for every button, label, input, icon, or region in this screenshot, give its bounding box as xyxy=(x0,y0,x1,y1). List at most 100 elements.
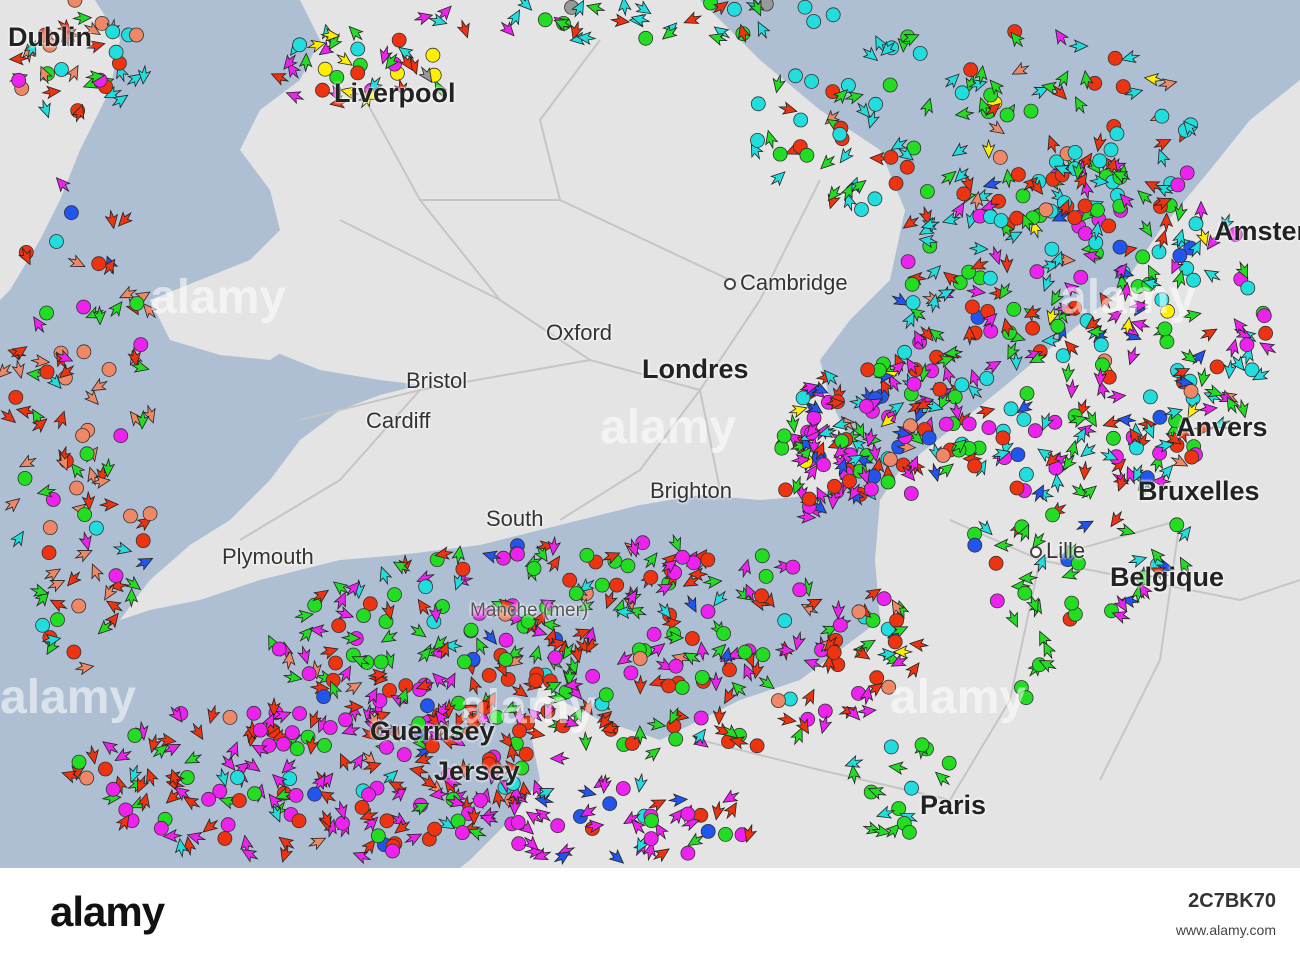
vessel-stationary-marker[interactable] xyxy=(737,644,753,660)
vessel-stationary-marker[interactable] xyxy=(1044,241,1060,257)
vessel-stationary-marker[interactable] xyxy=(455,561,471,577)
vessel-stationary-marker[interactable] xyxy=(1025,320,1040,336)
vessel-stationary-marker[interactable] xyxy=(897,344,912,360)
vessel-moving-marker[interactable] xyxy=(403,829,424,848)
vessel-stationary-marker[interactable] xyxy=(716,626,731,641)
vessel-stationary-marker[interactable] xyxy=(624,736,640,751)
vessel-stationary-marker[interactable] xyxy=(854,202,869,217)
vessel-stationary-marker[interactable] xyxy=(54,62,69,77)
vessel-moving-marker[interactable] xyxy=(441,670,460,691)
vessel-stationary-marker[interactable] xyxy=(806,410,822,426)
vessel-stationary-marker[interactable] xyxy=(778,482,793,498)
vessel-stationary-marker[interactable] xyxy=(988,555,1004,571)
vessel-stationary-marker[interactable] xyxy=(129,296,145,311)
vessel-stationary-marker[interactable] xyxy=(961,416,977,432)
vessel-moving-marker[interactable] xyxy=(48,595,69,614)
vessel-stationary-marker[interactable] xyxy=(643,831,659,846)
vessel-stationary-marker[interactable] xyxy=(335,815,350,831)
vessel-stationary-marker[interactable] xyxy=(17,470,33,486)
vessel-moving-marker[interactable] xyxy=(225,740,243,761)
vessel-moving-marker[interactable] xyxy=(408,763,429,779)
vessel-stationary-marker[interactable] xyxy=(982,270,998,286)
vessel-moving-marker[interactable] xyxy=(391,557,413,576)
vessel-stationary-marker[interactable] xyxy=(105,781,121,797)
vessel-stationary-marker[interactable] xyxy=(883,452,898,467)
vessel-stationary-marker[interactable] xyxy=(77,507,92,522)
vessel-moving-marker[interactable] xyxy=(1157,76,1178,92)
vessel-stationary-marker[interactable] xyxy=(76,299,91,315)
vessel-stationary-marker[interactable] xyxy=(271,641,287,657)
vessel-stationary-marker[interactable] xyxy=(133,337,149,353)
vessel-moving-marker[interactable] xyxy=(790,631,806,651)
vessel-stationary-marker[interactable] xyxy=(954,85,970,101)
vessel-stationary-marker[interactable] xyxy=(851,604,867,620)
vessel-stationary-marker[interactable] xyxy=(954,377,970,393)
vessel-stationary-marker[interactable] xyxy=(882,77,898,93)
vessel-stationary-marker[interactable] xyxy=(179,770,195,785)
vessel-stationary-marker[interactable] xyxy=(774,440,790,456)
vessel-stationary-marker[interactable] xyxy=(79,770,95,786)
vessel-stationary-marker[interactable] xyxy=(361,787,376,802)
vessel-stationary-marker[interactable] xyxy=(967,458,982,474)
vessel-moving-marker[interactable] xyxy=(188,721,208,743)
vessel-stationary-marker[interactable] xyxy=(76,344,92,360)
vessel-moving-marker[interactable] xyxy=(1143,72,1164,87)
vessel-stationary-marker[interactable] xyxy=(1093,337,1109,353)
vessel-stationary-marker[interactable] xyxy=(1090,202,1105,218)
vessel-stationary-marker[interactable] xyxy=(1019,386,1035,401)
vessel-moving-marker[interactable] xyxy=(343,677,365,696)
vessel-stationary-marker[interactable] xyxy=(284,725,300,740)
vessel-stationary-marker[interactable] xyxy=(291,813,307,829)
vessel-stationary-marker[interactable] xyxy=(579,547,595,563)
vessel-stationary-marker[interactable] xyxy=(387,587,402,602)
vessel-stationary-marker[interactable] xyxy=(511,836,527,852)
vessel-stationary-marker[interactable] xyxy=(817,703,833,719)
vessel-stationary-marker[interactable] xyxy=(1256,308,1272,324)
vessel-moving-marker[interactable] xyxy=(376,565,393,586)
vessel-stationary-marker[interactable] xyxy=(963,62,979,78)
vessel-stationary-marker[interactable] xyxy=(1045,507,1060,523)
vessel-moving-marker[interactable] xyxy=(2,494,24,515)
vessel-stationary-marker[interactable] xyxy=(42,520,58,535)
vessel-stationary-marker[interactable] xyxy=(883,739,899,755)
vessel-stationary-marker[interactable] xyxy=(1184,449,1200,465)
vessel-stationary-marker[interactable] xyxy=(999,107,1015,123)
vessel-moving-marker[interactable] xyxy=(924,261,945,282)
vessel-stationary-marker[interactable] xyxy=(851,686,866,701)
vessel-stationary-marker[interactable] xyxy=(64,205,79,221)
vessel-stationary-marker[interactable] xyxy=(749,738,765,754)
vessel-moving-marker[interactable] xyxy=(646,717,667,732)
vessel-stationary-marker[interactable] xyxy=(1170,177,1186,193)
vessel-stationary-marker[interactable] xyxy=(646,626,662,642)
vessel-stationary-marker[interactable] xyxy=(1179,165,1195,181)
vessel-stationary-marker[interactable] xyxy=(797,0,813,15)
vessel-moving-marker[interactable] xyxy=(545,553,565,575)
vessel-stationary-marker[interactable] xyxy=(793,112,809,128)
vessel-stationary-marker[interactable] xyxy=(1064,595,1080,611)
vessel-stationary-marker[interactable] xyxy=(498,652,514,667)
vessel-moving-marker[interactable] xyxy=(709,671,723,692)
vessel-moving-marker[interactable] xyxy=(633,674,648,695)
vessel-stationary-marker[interactable] xyxy=(995,430,1011,446)
vessel-stationary-marker[interactable] xyxy=(906,376,922,392)
vessel-stationary-marker[interactable] xyxy=(771,693,786,708)
vessel-stationary-marker[interactable] xyxy=(1152,409,1168,425)
vessel-moving-marker[interactable] xyxy=(1010,61,1031,80)
vessel-stationary-marker[interactable] xyxy=(785,559,801,575)
vessel-stationary-marker[interactable] xyxy=(700,604,716,619)
vessel-stationary-marker[interactable] xyxy=(680,806,696,822)
vessel-stationary-marker[interactable] xyxy=(456,654,472,670)
vessel-stationary-marker[interactable] xyxy=(1067,210,1083,226)
vessel-stationary-marker[interactable] xyxy=(292,37,308,53)
vessel-moving-marker[interactable] xyxy=(78,531,94,551)
vessel-moving-marker[interactable] xyxy=(1054,68,1073,90)
vessel-moving-marker[interactable] xyxy=(1044,133,1061,154)
vessel-stationary-marker[interactable] xyxy=(883,149,899,165)
vessel-moving-marker[interactable] xyxy=(204,704,221,725)
vessel-stationary-marker[interactable] xyxy=(887,634,903,650)
vessel-stationary-marker[interactable] xyxy=(718,827,733,842)
vessel-moving-marker[interactable] xyxy=(134,553,155,572)
vessel-stationary-marker[interactable] xyxy=(135,533,151,548)
vessel-moving-marker[interactable] xyxy=(413,596,433,618)
vessel-stationary-marker[interactable] xyxy=(826,645,842,660)
